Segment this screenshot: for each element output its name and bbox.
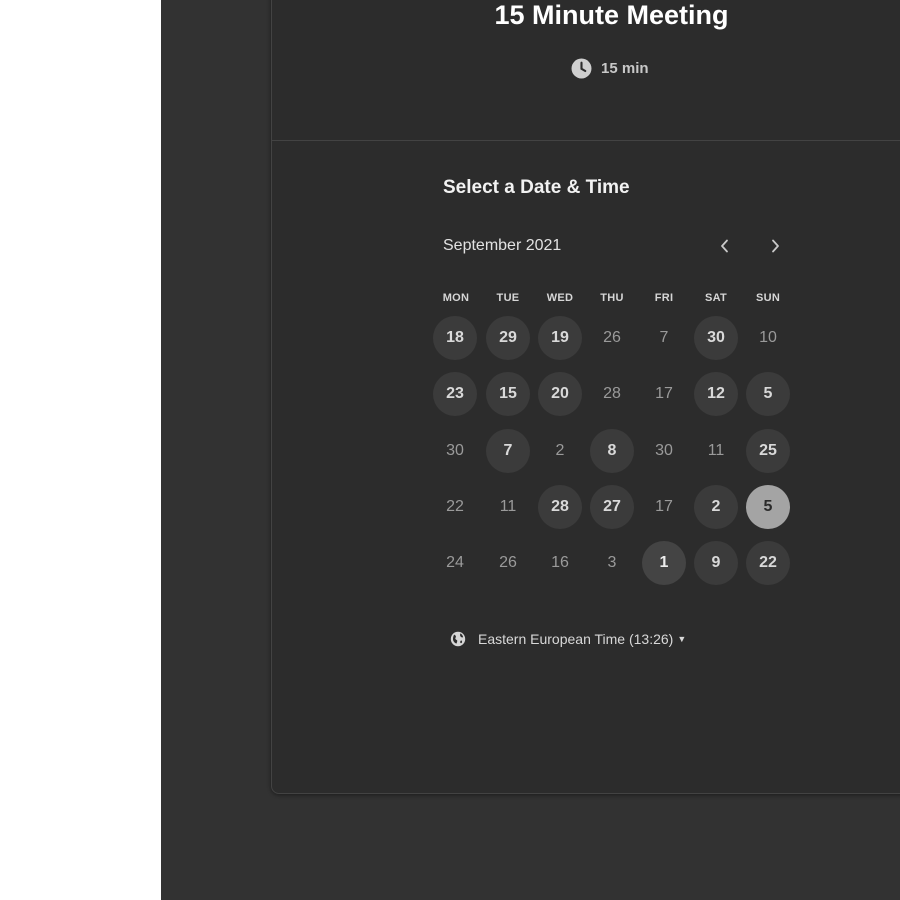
calendar-day[interactable]: 19 (538, 316, 582, 360)
card-divider (272, 140, 900, 141)
calendar-day: 11 (707, 442, 725, 459)
select-date-heading: Select a Date & Time (443, 177, 630, 198)
weekday-mon: MON (442, 292, 470, 304)
calendar-day: 3 (607, 554, 617, 571)
weekday-thu: THU (600, 292, 624, 304)
calendar-day: 10 (759, 329, 777, 346)
month-label: September 2021 (443, 237, 562, 254)
calendar-day[interactable]: 29 (486, 316, 530, 360)
calendar-day: 28 (603, 385, 621, 402)
calendar-day[interactable]: 30 (694, 316, 738, 360)
calendar-day: 30 (446, 442, 464, 459)
event-title: 15 Minute Meeting (494, 0, 729, 30)
calendar-day: 26 (603, 329, 621, 346)
timezone-selector[interactable]: Eastern European Time (13:26) ▼ (450, 631, 686, 647)
previous-month-button[interactable] (711, 232, 739, 260)
chevron-right-icon (772, 239, 779, 253)
calendar-day[interactable]: 8 (590, 429, 634, 473)
calendar-day-selected[interactable]: 5 (746, 485, 790, 529)
calendar-day: 17 (655, 385, 673, 402)
duration-label: 15 min (601, 59, 649, 77)
calendar-day[interactable]: 12 (694, 372, 738, 416)
weekday-fri: FRI (654, 292, 674, 304)
calendar-day[interactable]: 9 (694, 541, 738, 585)
calendar-day: 30 (655, 442, 673, 459)
calendar-day[interactable]: 18 (433, 316, 477, 360)
event-duration: 15 min (571, 56, 649, 80)
calendar-day: 26 (499, 554, 517, 571)
globe-icon (450, 631, 466, 647)
calendar-day[interactable]: 28 (538, 485, 582, 529)
calendar-day[interactable]: 15 (486, 372, 530, 416)
calendar-day[interactable]: 22 (746, 541, 790, 585)
weekday-wed: WED (546, 292, 574, 304)
calendar-day: 22 (446, 498, 464, 515)
weekday-tue: TUE (496, 292, 520, 304)
weekday-sat: SAT (704, 292, 728, 304)
calendar-day[interactable]: 5 (746, 372, 790, 416)
calendar-day: 16 (551, 554, 569, 571)
timezone-label: Eastern European Time (13:26) (478, 631, 674, 647)
calendar-day[interactable]: 23 (433, 372, 477, 416)
calendar-day[interactable]: 20 (538, 372, 582, 416)
calendar-day[interactable]: 2 (694, 485, 738, 529)
weekday-sun: SUN (755, 292, 781, 304)
scheduling-card (271, 0, 900, 794)
calendar-day[interactable]: 25 (746, 429, 790, 473)
calendar-day: 17 (655, 498, 673, 515)
calendar-day: 24 (446, 554, 464, 571)
chevron-left-icon (721, 239, 728, 253)
next-month-button[interactable] (761, 232, 789, 260)
weekday-header-row: MON TUE WED THU FRI SAT SUN (430, 292, 794, 306)
calendar-day[interactable]: 1 (642, 541, 686, 585)
calendar-day: 11 (499, 498, 517, 515)
caret-down-icon: ▼ (677, 634, 687, 644)
calendar-day[interactable]: 7 (486, 429, 530, 473)
calendar-day[interactable]: 27 (590, 485, 634, 529)
clock-icon (571, 58, 592, 78)
calendar-day: 2 (555, 442, 565, 459)
calendar-day: 7 (659, 329, 669, 346)
